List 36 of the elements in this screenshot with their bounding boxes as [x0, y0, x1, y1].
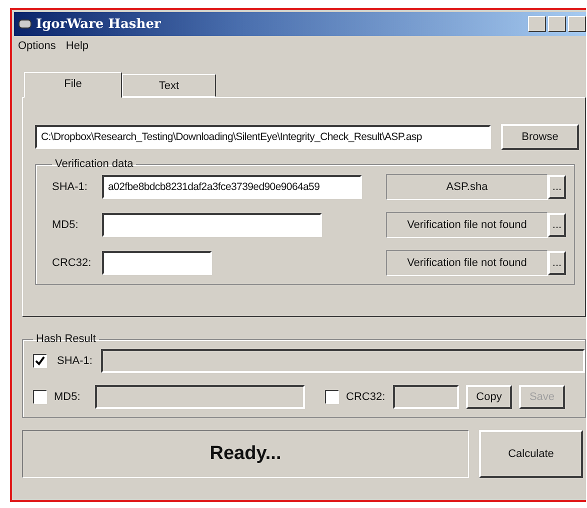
tab[interactable]: File [24, 72, 122, 98]
verification-file-label: Verification file not found [386, 250, 548, 276]
checkbox-label: CRC32: [346, 391, 386, 403]
minimize-button[interactable] [528, 16, 546, 32]
hash-field[interactable] [102, 251, 212, 275]
calculate-button[interactable]: Calculate [479, 430, 583, 478]
checkmark-icon [35, 356, 45, 366]
checkbox[interactable] [33, 390, 47, 404]
browse-file-button[interactable]: ... [548, 213, 566, 237]
maximize-button[interactable] [548, 16, 566, 32]
hash-output-field [393, 385, 459, 409]
group-title: Hash Result [35, 333, 97, 345]
window-title: IgorWare Hasher [36, 16, 161, 32]
field-label: SHA-1: [52, 181, 88, 193]
hash-field[interactable]: a02fbe8bdcb8231daf2a3fce3739ed90e9064a59 [102, 175, 362, 199]
file-path-field[interactable]: C:\Dropbox\Research_Testing\Downloading\SilentEye\Integrity_Check_Result\ASP.asp [35, 125, 491, 149]
menu-item[interactable]: Options [18, 40, 56, 52]
menu-item[interactable]: Help [66, 40, 89, 52]
checkbox-label: SHA-1: [57, 355, 91, 367]
close-button[interactable] [568, 16, 586, 32]
status-panel: Ready... [22, 430, 469, 478]
field-label: MD5: [52, 219, 80, 231]
browse-file-button[interactable]: ... [548, 175, 566, 199]
checkbox[interactable] [33, 354, 47, 368]
browse-button[interactable]: Browse [501, 124, 579, 150]
tab[interactable]: Text [122, 74, 216, 97]
copy-button[interactable]: Copy [466, 385, 512, 409]
verification-file-label: Verification file not found [386, 212, 548, 238]
checkbox-label: MD5: [54, 391, 82, 403]
hash-field[interactable] [102, 213, 322, 237]
checkbox[interactable] [325, 390, 339, 404]
field-label: CRC32: [52, 257, 92, 269]
verification-file-label: ASP.sha [386, 174, 548, 200]
app-icon [18, 18, 32, 30]
group-title: Verification data [54, 158, 134, 170]
browse-file-button[interactable]: ... [548, 251, 566, 275]
